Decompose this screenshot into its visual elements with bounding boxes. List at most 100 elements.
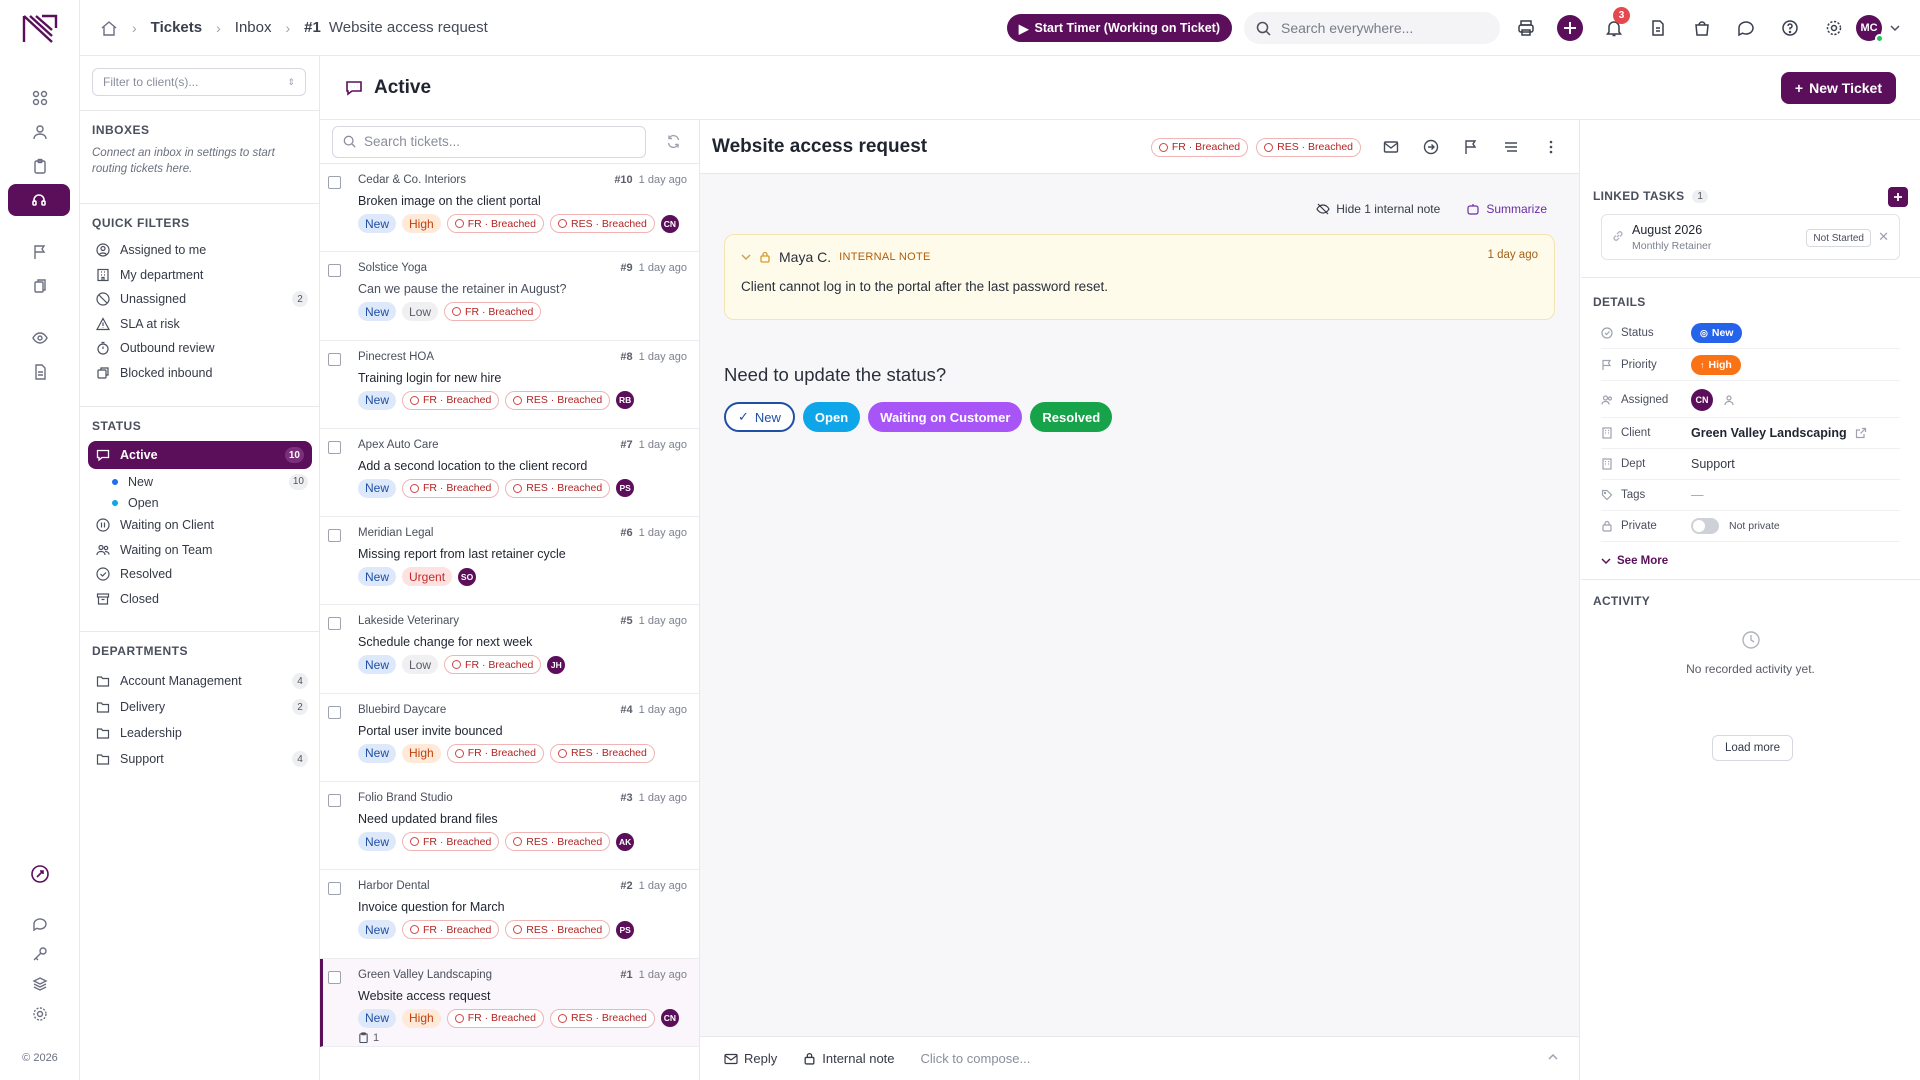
ticket-checkbox[interactable] — [328, 617, 341, 631]
global-search-input[interactable]: Search everywhere... — [1244, 12, 1500, 44]
notifications-button[interactable]: 3 — [1592, 7, 1636, 44]
shopping-bag-icon[interactable] — [1680, 12, 1724, 44]
document-icon[interactable] — [28, 360, 52, 384]
internal-note-button[interactable]: Internal note — [803, 1051, 895, 1066]
ticket-checkbox[interactable] — [328, 176, 341, 189]
user-menu-button[interactable]: MC — [1856, 12, 1900, 44]
email-icon[interactable] — [1375, 134, 1407, 160]
forward-circle-icon[interactable] — [1415, 134, 1447, 160]
client-filter-select[interactable]: Filter to client(s)... ⇕ — [92, 68, 306, 96]
home-icon[interactable] — [100, 19, 118, 37]
summarize-button[interactable]: Summarize — [1466, 202, 1547, 216]
flag-icon[interactable] — [1455, 134, 1487, 160]
tags-value[interactable]: — — [1691, 488, 1704, 502]
message-icon[interactable] — [1724, 12, 1768, 44]
helpdesk-headset-icon[interactable] — [8, 184, 70, 216]
status-chip[interactable]: ◎ New — [1691, 323, 1743, 343]
status-open-button[interactable]: Open — [802, 402, 861, 432]
compose-input[interactable]: Click to compose... — [921, 1051, 1031, 1066]
status-waiting-button[interactable]: Waiting on Customer — [868, 402, 1023, 432]
help-icon[interactable] — [1768, 12, 1812, 44]
filter-outbound-review[interactable]: Outbound review — [80, 336, 320, 361]
breadcrumb-tickets[interactable]: Tickets — [151, 19, 202, 36]
settings-gear-icon[interactable] — [28, 1002, 52, 1026]
ticket-row[interactable]: Folio Brand Studio #3 1 day ago Need update… — [320, 782, 699, 871]
dept-value[interactable]: Support — [1691, 457, 1735, 471]
list-icon[interactable] — [1495, 134, 1527, 160]
chevron-up-icon[interactable] — [1547, 1051, 1559, 1063]
task-status-badge[interactable]: Not Started — [1806, 229, 1871, 247]
assignee-avatar[interactable]: CN — [1691, 388, 1713, 411]
dashboard-icon[interactable] — [28, 86, 52, 110]
ticket-search-input[interactable]: Search tickets... — [332, 125, 646, 158]
ticket-row[interactable]: Pinecrest HOA #8 1 day ago Training login f… — [320, 341, 699, 429]
see-more-button[interactable]: See More — [1601, 555, 1668, 567]
ticket-row[interactable]: Apex Auto Care #7 1 day ago Add a second lo… — [320, 429, 699, 518]
filter-blocked-inbound[interactable]: Blocked inbound — [80, 361, 320, 386]
reply-button[interactable]: Reply — [724, 1051, 777, 1066]
filter-sla-at-risk[interactable]: SLA at risk — [80, 312, 320, 337]
ticket-checkbox[interactable] — [328, 352, 341, 366]
ticket-row[interactable]: Lakeside Veterinary #5 1 day ago Schedule c… — [320, 605, 699, 694]
contacts-icon[interactable] — [28, 120, 52, 144]
status-waiting-on-client[interactable]: Waiting on Client — [80, 513, 320, 538]
chevron-down-icon[interactable] — [741, 252, 751, 262]
clipboard-icon[interactable] — [28, 154, 52, 178]
department-delivery[interactable]: Delivery 2 — [80, 694, 320, 720]
new-ticket-button[interactable]: + New Ticket — [1780, 72, 1896, 104]
status-resolved[interactable]: Resolved — [80, 562, 320, 587]
ticket-checkbox[interactable] — [328, 264, 341, 278]
key-icon[interactable] — [28, 942, 52, 966]
ticket-checkbox[interactable] — [328, 705, 341, 719]
layers-icon[interactable] — [28, 972, 52, 996]
add-assignee-icon[interactable] — [1723, 394, 1735, 406]
chat-icon[interactable] — [28, 912, 52, 936]
start-timer-button[interactable]: ▶ Start Timer (Working on Ticket) — [1006, 14, 1232, 42]
status-waiting-on-team[interactable]: Waiting on Team — [80, 538, 320, 563]
department-leadership[interactable]: Leadership — [80, 720, 320, 746]
ticket-row[interactable]: Harbor Dental #2 1 day ago Invoice question… — [320, 870, 699, 959]
flag-icon[interactable] — [28, 240, 52, 264]
copy-docs-icon[interactable] — [28, 274, 52, 298]
rocket-icon[interactable] — [28, 862, 52, 886]
quick-add-button[interactable] — [1548, 12, 1592, 44]
ticket-row[interactable]: Green Valley Landscaping #1 1 day ago Websi… — [320, 958, 699, 1047]
file-icon[interactable] — [1636, 12, 1680, 44]
close-icon[interactable]: ✕ — [1878, 229, 1889, 245]
more-vertical-icon[interactable] — [1535, 134, 1567, 160]
refresh-icon[interactable] — [666, 134, 681, 149]
ticket-row[interactable]: Cedar & Co. Interiors #10 1 day ago Broken … — [320, 164, 699, 253]
filter-assigned-to-me[interactable]: Assigned to me — [80, 238, 320, 263]
department-account-management[interactable]: Account Management 4 — [80, 668, 320, 694]
settings-gear-icon[interactable] — [1812, 12, 1856, 44]
department-support[interactable]: Support 4 — [80, 746, 320, 772]
ticket-row[interactable]: Meridian Legal #6 1 day ago Missing report … — [320, 517, 699, 606]
linked-task-card[interactable]: August 2026 Monthly Retainer Not Started… — [1601, 214, 1900, 260]
filter-unassigned[interactable]: Unassigned 2 — [80, 287, 320, 312]
printer-icon[interactable] — [1504, 12, 1548, 44]
status-resolved-button[interactable]: Resolved — [1030, 402, 1113, 432]
eye-icon[interactable] — [28, 326, 52, 350]
ticket-checkbox[interactable] — [328, 440, 341, 454]
hide-internal-note-button[interactable]: Hide 1 internal note — [1316, 202, 1440, 216]
app-logo[interactable] — [22, 12, 58, 44]
ticket-row[interactable]: Solstice Yoga #9 1 day ago Can we pause the… — [320, 252, 699, 341]
status-active[interactable]: Active 10 — [88, 441, 312, 469]
load-more-button[interactable]: Load more — [1712, 735, 1793, 761]
external-link-icon[interactable] — [1855, 427, 1867, 439]
private-toggle[interactable] — [1691, 518, 1719, 534]
status-open[interactable]: Open — [80, 492, 320, 513]
client-value[interactable]: Green Valley Landscaping — [1691, 426, 1847, 440]
ticket-row[interactable]: Bluebird Daycare #4 1 day ago Portal user i… — [320, 694, 699, 783]
ticket-checkbox[interactable] — [328, 529, 341, 543]
status-new-button[interactable]: ✓ New — [724, 402, 795, 432]
priority-chip[interactable]: ↑ High — [1691, 355, 1741, 375]
ticket-checkbox[interactable] — [328, 882, 341, 896]
breadcrumb-inbox[interactable]: Inbox — [235, 19, 272, 36]
add-linked-task-button[interactable] — [1888, 187, 1908, 207]
ticket-checkbox[interactable] — [328, 794, 341, 808]
status-closed[interactable]: Closed — [80, 587, 320, 612]
ticket-checkbox[interactable] — [328, 970, 341, 984]
status-new[interactable]: New 10 — [80, 471, 320, 492]
filter-my-department[interactable]: My department — [80, 263, 320, 288]
